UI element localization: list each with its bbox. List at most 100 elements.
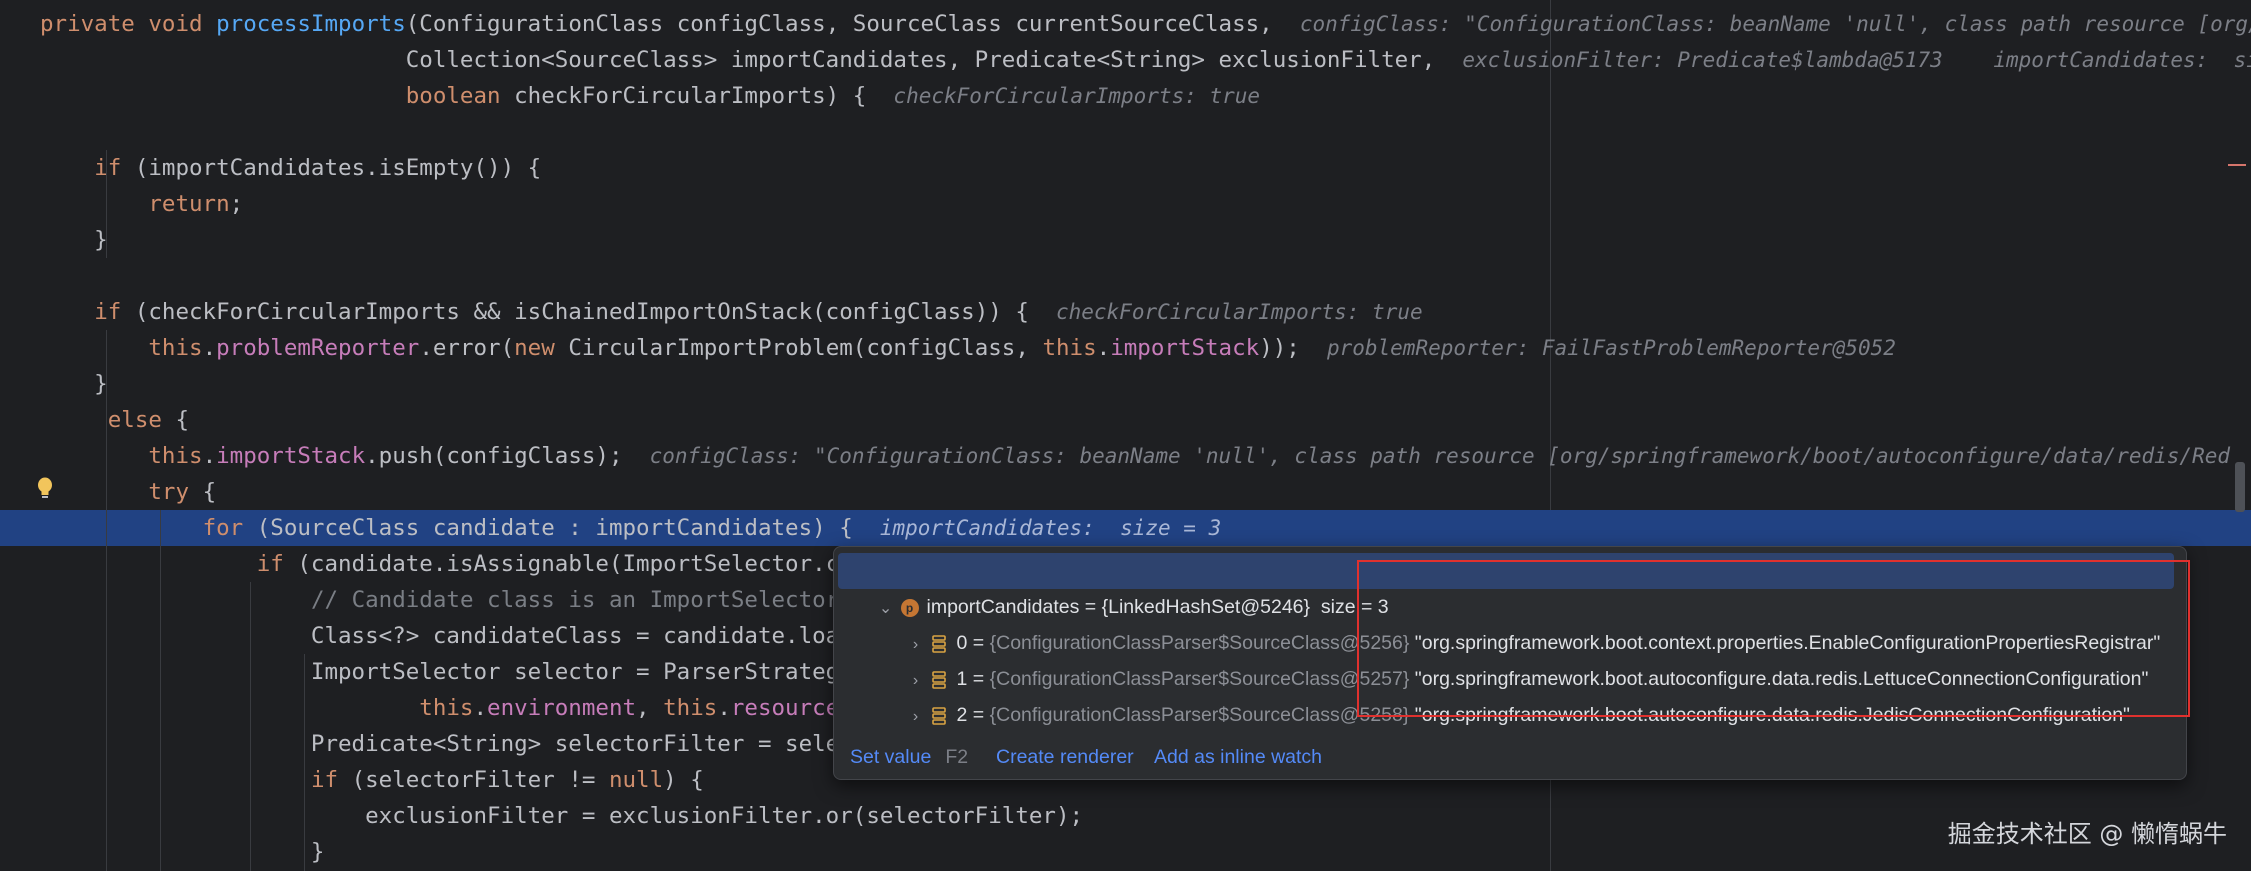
code-line-text: this.importStack.push(configClass); conf… <box>40 438 2230 474</box>
inline-debug-value: configClass: "ConfigurationClass: beanNa… <box>649 444 2230 468</box>
code-token: . <box>202 335 217 361</box>
indent-guide <box>106 150 107 258</box>
code-token: . <box>1096 335 1111 361</box>
code-line-text: ImportSelector selector = ParserStrategy… <box>40 654 866 690</box>
set-value-link[interactable]: Set value F2 <box>850 735 968 779</box>
create-renderer-link[interactable]: Create renderer <box>996 735 1134 779</box>
code-line[interactable]: if (importCandidates.isEmpty()) { <box>0 150 2251 186</box>
code-token: (SourceClass candidate : importCandidate… <box>256 515 880 541</box>
code-token: this <box>1042 335 1097 361</box>
code-token: boolean <box>405 83 515 109</box>
code-line[interactable]: return; <box>0 186 2251 222</box>
code-line-text: boolean checkForCircularImports) { check… <box>40 78 1260 114</box>
child-type: {ConfigurationClassParser$SourceClass@52… <box>989 704 1410 726</box>
code-token: . <box>202 443 217 469</box>
code-line[interactable]: else { <box>0 402 2251 438</box>
code-token: processImports <box>216 11 406 37</box>
code-token: { <box>175 407 190 433</box>
code-line-text: } <box>40 366 108 402</box>
code-line[interactable]: this.problemReporter.error(new CircularI… <box>0 330 2251 366</box>
code-token: exclusionFilter = exclusionFilter.or(sel… <box>40 803 1084 829</box>
code-line-text: } <box>40 222 108 258</box>
code-line-text: Class<?> candidateClass = candidate.load… <box>40 618 866 654</box>
indent-guide <box>106 438 107 871</box>
code-token: null <box>608 767 664 793</box>
code-token: .push(configClass); <box>365 443 650 469</box>
code-line[interactable]: Collection<SourceClass> importCandidates… <box>0 42 2251 78</box>
code-token: , <box>636 695 664 721</box>
code-token: this <box>148 443 203 469</box>
code-line-text: this.problemReporter.error(new CircularI… <box>40 330 1896 366</box>
lightbulb-icon[interactable] <box>34 476 56 502</box>
code-token: checkForCircularImports) { <box>514 83 894 109</box>
code-line[interactable]: private void processImports(Configuratio… <box>0 6 2251 42</box>
code-token: // Candidate class is an ImportSelector … <box>310 587 867 613</box>
code-token: ; <box>229 191 244 217</box>
code-line[interactable]: } <box>0 366 2251 402</box>
code-editor[interactable]: private void processImports(Configuratio… <box>0 0 2251 871</box>
code-token: { <box>202 479 217 505</box>
code-line[interactable]: } <box>0 222 2251 258</box>
code-line[interactable]: if (checkForCircularImports && isChained… <box>0 294 2251 330</box>
code-line[interactable] <box>0 114 2251 150</box>
editor-scrollbar[interactable] <box>2235 462 2245 512</box>
code-token: (ConfigurationClass configClass, SourceC… <box>405 11 1300 37</box>
code-line-text: if (importCandidates.isEmpty()) { <box>40 150 541 186</box>
code-line-text: return; <box>40 186 243 222</box>
code-line[interactable]: try { <box>0 474 2251 510</box>
code-line-text: this.environment, this.resourceLo <box>40 690 866 726</box>
code-token: this <box>148 335 203 361</box>
add-inline-watch-link[interactable]: Add as inline watch <box>1154 735 1322 779</box>
code-token: importStack <box>216 443 366 469</box>
inline-debug-value: importCandidates: size = 3 <box>879 516 1222 540</box>
code-line[interactable]: } <box>0 834 2251 870</box>
code-token: } <box>40 371 108 397</box>
code-token: if <box>94 299 135 325</box>
code-token: (selectorFilter != <box>351 767 609 793</box>
indent-guide <box>250 582 251 871</box>
set-value-shortcut: F2 <box>945 746 969 768</box>
child-equals: = <box>967 704 990 726</box>
code-token: (checkForCircularImports && isChainedImp… <box>134 299 1056 325</box>
code-line-text: if (selectorFilter != null) { <box>40 762 704 798</box>
inline-debug-value: checkForCircularImports: true <box>893 84 1261 108</box>
code-token: (candidate.isAssignable(ImportSelector.c… <box>297 551 867 577</box>
code-token: } <box>40 227 108 253</box>
code-token: ImportSelector selector = ParserStrategy… <box>40 659 867 685</box>
code-token: new <box>514 335 569 361</box>
code-token: .error( <box>419 335 515 361</box>
indent-guide <box>304 654 305 871</box>
code-token: else <box>107 407 176 433</box>
code-token: this <box>419 695 474 721</box>
field-icon <box>931 707 946 725</box>
code-token: environment <box>487 695 637 721</box>
code-token: . <box>717 695 731 721</box>
code-token: private void <box>40 11 217 37</box>
code-line-text: if (checkForCircularImports && isChained… <box>40 294 1422 330</box>
current-execution-line[interactable]: for (SourceClass candidate : importCandi… <box>0 510 2251 546</box>
code-token: importStack <box>1110 335 1260 361</box>
code-line[interactable]: exclusionFilter = exclusionFilter.or(sel… <box>0 798 2251 834</box>
code-line[interactable]: boolean checkForCircularImports) { check… <box>0 78 2251 114</box>
code-token: } <box>40 839 325 865</box>
code-token: if <box>310 767 352 793</box>
error-stripe-mark[interactable] <box>2228 164 2246 166</box>
watermark: 掘金技术社区 @ 懒惰蜗牛 <box>1947 820 2227 848</box>
code-token: . <box>473 695 488 721</box>
chevron-right-icon[interactable]: › <box>901 699 931 735</box>
code-line-text: // Candidate class is an ImportSelector … <box>40 582 866 618</box>
code-line[interactable] <box>0 258 2251 294</box>
code-line[interactable]: this.importStack.push(configClass); conf… <box>0 438 2251 474</box>
